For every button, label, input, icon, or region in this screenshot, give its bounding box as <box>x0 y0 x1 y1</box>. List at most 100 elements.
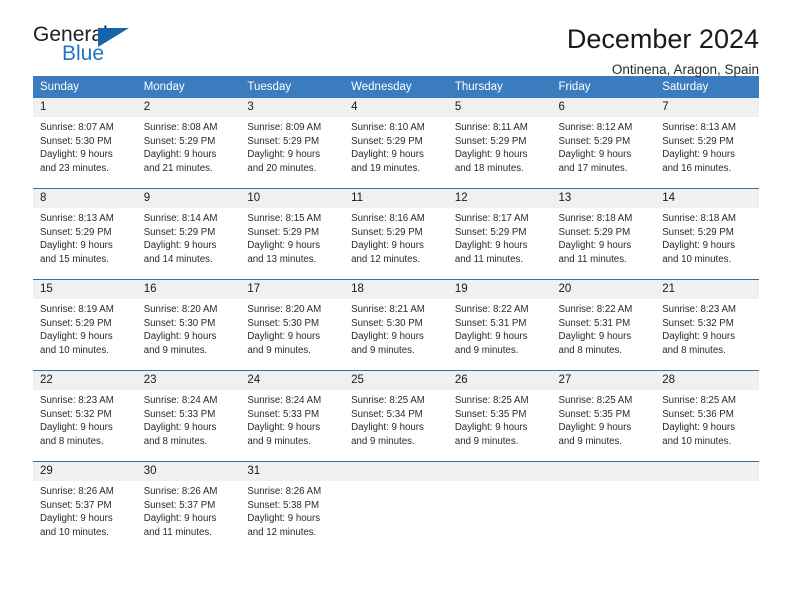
daylight-duration-line2: and 16 minutes. <box>662 162 732 174</box>
daylight-duration-line1: Daylight: 9 hours <box>143 240 217 252</box>
day-number: 10 <box>240 189 345 208</box>
day-details: Sunrise: 8:17 AM Sunset: 5:29 PM Daylight:… <box>448 208 552 266</box>
day-number <box>551 462 656 481</box>
sunset-time: Sunset: 5:34 PM <box>351 408 423 420</box>
sunrise-time: Sunrise: 8:12 AM <box>558 122 633 133</box>
sunrise-time: Sunrise: 8:08 AM <box>143 122 218 133</box>
calendar-day-cell[interactable]: 8 Sunrise: 8:13 AM Sunset: 5:29 PM Daylight… <box>33 188 137 280</box>
day-details: Sunrise: 8:26 AM Sunset: 5:37 PM Daylight:… <box>33 481 137 539</box>
calendar-day-cell[interactable]: 30 Sunrise: 8:26 AM Sunset: 5:37 PM Dayligh… <box>136 461 241 552</box>
day-number: 7 <box>655 98 759 117</box>
calendar-day-cell[interactable]: 13 Sunrise: 8:18 AM Sunset: 5:29 PM Dayligh… <box>551 188 656 280</box>
daylight-duration-line2: and 13 minutes. <box>247 253 317 265</box>
sunrise-time: Sunrise: 8:19 AM <box>40 304 114 315</box>
day-details: Sunrise: 8:13 AM Sunset: 5:29 PM Daylight:… <box>655 117 759 175</box>
weekday-header-wednesday: Wednesday <box>344 76 448 98</box>
calendar-day-cell[interactable]: 2 Sunrise: 8:08 AM Sunset: 5:29 PM Daylight… <box>136 98 241 189</box>
sunset-time: Sunset: 5:30 PM <box>247 317 320 329</box>
sunset-time: Sunset: 5:29 PM <box>247 226 320 238</box>
calendar-day-cell[interactable]: 12 Sunrise: 8:17 AM Sunset: 5:29 PM Dayligh… <box>447 188 552 280</box>
day-details: Sunrise: 8:25 AM Sunset: 5:35 PM Daylight:… <box>552 390 656 448</box>
daylight-duration-line2: and 11 minutes. <box>143 526 212 538</box>
day-number: 28 <box>655 371 759 390</box>
calendar-day-cell[interactable]: 1 Sunrise: 8:07 AM Sunset: 5:30 PM Daylight… <box>33 98 137 189</box>
calendar-day-cell[interactable]: 10 Sunrise: 8:15 AM Sunset: 5:29 PM Dayligh… <box>240 188 345 280</box>
calendar-day-cell[interactable]: 31 Sunrise: 8:26 AM Sunset: 5:38 PM Dayligh… <box>240 461 345 552</box>
day-number: 29 <box>33 462 137 481</box>
daylight-duration-line1: Daylight: 9 hours <box>247 422 321 434</box>
calendar-day-cell[interactable]: 11 Sunrise: 8:16 AM Sunset: 5:29 PM Dayligh… <box>344 188 448 280</box>
calendar-day-cell[interactable]: 22 Sunrise: 8:23 AM Sunset: 5:32 PM Dayligh… <box>33 370 137 462</box>
calendar-day-cell[interactable]: 23 Sunrise: 8:24 AM Sunset: 5:33 PM Dayligh… <box>136 370 241 462</box>
sunset-time: Sunset: 5:33 PM <box>247 408 320 420</box>
day-number: 20 <box>551 280 656 299</box>
weekday-header-monday: Monday <box>136 76 241 98</box>
day-details: Sunrise: 8:12 AM Sunset: 5:29 PM Daylight:… <box>552 117 656 175</box>
day-details: Sunrise: 8:09 AM Sunset: 5:29 PM Daylight:… <box>240 117 344 175</box>
sunrise-time: Sunrise: 8:26 AM <box>143 486 218 497</box>
daylight-duration-line2: and 9 minutes. <box>351 435 415 447</box>
day-number: 19 <box>447 280 552 299</box>
calendar-day-cell[interactable]: 18 Sunrise: 8:21 AM Sunset: 5:30 PM Dayligh… <box>344 279 448 371</box>
sunset-time: Sunset: 5:29 PM <box>454 135 527 147</box>
daylight-duration-line1: Daylight: 9 hours <box>662 240 735 252</box>
calendar-day-cell[interactable]: 26 Sunrise: 8:25 AM Sunset: 5:35 PM Dayligh… <box>447 370 552 462</box>
day-details: Sunrise: 8:13 AM Sunset: 5:29 PM Daylight:… <box>33 208 137 266</box>
day-details: Sunrise: 8:19 AM Sunset: 5:29 PM Daylight:… <box>33 299 137 357</box>
daylight-duration-line2: and 8 minutes. <box>40 435 104 447</box>
sunrise-time: Sunrise: 8:13 AM <box>40 213 114 224</box>
day-number <box>447 462 552 481</box>
daylight-duration-line2: and 23 minutes. <box>40 162 109 174</box>
calendar-day-cell[interactable]: 9 Sunrise: 8:14 AM Sunset: 5:29 PM Daylight… <box>136 188 241 280</box>
sunset-time: Sunset: 5:30 PM <box>40 135 112 147</box>
calendar-day-cell-empty <box>447 461 552 552</box>
calendar-day-cell[interactable]: 27 Sunrise: 8:25 AM Sunset: 5:35 PM Dayligh… <box>551 370 656 462</box>
calendar-day-cell[interactable]: 20 Sunrise: 8:22 AM Sunset: 5:31 PM Dayligh… <box>551 279 656 371</box>
day-details: Sunrise: 8:10 AM Sunset: 5:29 PM Daylight:… <box>344 117 448 175</box>
daylight-duration-line1: Daylight: 9 hours <box>143 149 217 161</box>
day-details: Sunrise: 8:25 AM Sunset: 5:36 PM Daylight:… <box>655 390 759 448</box>
sunrise-time: Sunrise: 8:25 AM <box>558 395 633 406</box>
calendar-day-cell[interactable]: 5 Sunrise: 8:11 AM Sunset: 5:29 PM Daylight… <box>447 98 552 189</box>
daylight-duration-line2: and 15 minutes. <box>40 253 109 265</box>
sunset-time: Sunset: 5:30 PM <box>351 317 423 329</box>
calendar-day-cell[interactable]: 7 Sunrise: 8:13 AM Sunset: 5:29 PM Daylight… <box>655 98 759 189</box>
calendar-day-cell[interactable]: 14 Sunrise: 8:18 AM Sunset: 5:29 PM Dayligh… <box>655 188 759 280</box>
calendar-day-cell[interactable]: 17 Sunrise: 8:20 AM Sunset: 5:30 PM Dayligh… <box>240 279 345 371</box>
calendar-day-cell[interactable]: 24 Sunrise: 8:24 AM Sunset: 5:33 PM Dayligh… <box>240 370 345 462</box>
general-blue-logo[interactable]: General Blue <box>33 22 143 70</box>
daylight-duration-line1: Daylight: 9 hours <box>558 149 632 161</box>
daylight-duration-line1: Daylight: 9 hours <box>40 149 113 161</box>
sunset-time: Sunset: 5:37 PM <box>143 499 216 511</box>
sunrise-time: Sunrise: 8:15 AM <box>247 213 322 224</box>
calendar-day-cell[interactable]: 3 Sunrise: 8:09 AM Sunset: 5:29 PM Daylight… <box>240 98 345 189</box>
day-details: Sunrise: 8:22 AM Sunset: 5:31 PM Daylight:… <box>448 299 552 357</box>
sunrise-time: Sunrise: 8:24 AM <box>247 395 322 406</box>
calendar-day-cell[interactable]: 6 Sunrise: 8:12 AM Sunset: 5:29 PM Daylight… <box>551 98 656 189</box>
sunrise-time: Sunrise: 8:22 AM <box>454 304 529 315</box>
calendar-day-cell[interactable]: 29 Sunrise: 8:26 AM Sunset: 5:37 PM Dayligh… <box>33 461 137 552</box>
calendar-day-cell[interactable]: 25 Sunrise: 8:25 AM Sunset: 5:34 PM Dayligh… <box>344 370 448 462</box>
calendar-day-cell[interactable]: 4 Sunrise: 8:10 AM Sunset: 5:29 PM Daylight… <box>344 98 448 189</box>
title-block: December 2024 Ontinena, Aragon, Spain <box>567 22 759 77</box>
calendar-day-cell[interactable]: 16 Sunrise: 8:20 AM Sunset: 5:30 PM Dayligh… <box>136 279 241 371</box>
day-details: Sunrise: 8:08 AM Sunset: 5:29 PM Daylight:… <box>137 117 241 175</box>
daylight-duration-line2: and 10 minutes. <box>662 253 732 265</box>
day-number: 8 <box>33 189 137 208</box>
daylight-duration-line1: Daylight: 9 hours <box>351 240 424 252</box>
day-details: Sunrise: 8:25 AM Sunset: 5:35 PM Daylight:… <box>448 390 552 448</box>
sunset-time: Sunset: 5:35 PM <box>558 408 631 420</box>
daylight-duration-line2: and 17 minutes. <box>558 162 628 174</box>
day-number: 2 <box>136 98 241 117</box>
calendar-day-cell[interactable]: 28 Sunrise: 8:25 AM Sunset: 5:36 PM Dayligh… <box>655 370 759 462</box>
calendar-day-cell[interactable]: 15 Sunrise: 8:19 AM Sunset: 5:29 PM Dayligh… <box>33 279 137 371</box>
daylight-duration-line2: and 21 minutes. <box>143 162 213 174</box>
day-number: 5 <box>447 98 552 117</box>
daylight-duration-line2: and 8 minutes. <box>662 344 726 356</box>
day-number: 3 <box>240 98 345 117</box>
day-details: Sunrise: 8:22 AM Sunset: 5:31 PM Daylight:… <box>552 299 656 357</box>
calendar-day-cell[interactable]: 19 Sunrise: 8:22 AM Sunset: 5:31 PM Dayligh… <box>447 279 552 371</box>
calendar-day-cell[interactable]: 21 Sunrise: 8:23 AM Sunset: 5:32 PM Dayligh… <box>655 279 759 371</box>
calendar-day-cell-empty <box>551 461 656 552</box>
daylight-duration-line2: and 10 minutes. <box>662 435 732 447</box>
